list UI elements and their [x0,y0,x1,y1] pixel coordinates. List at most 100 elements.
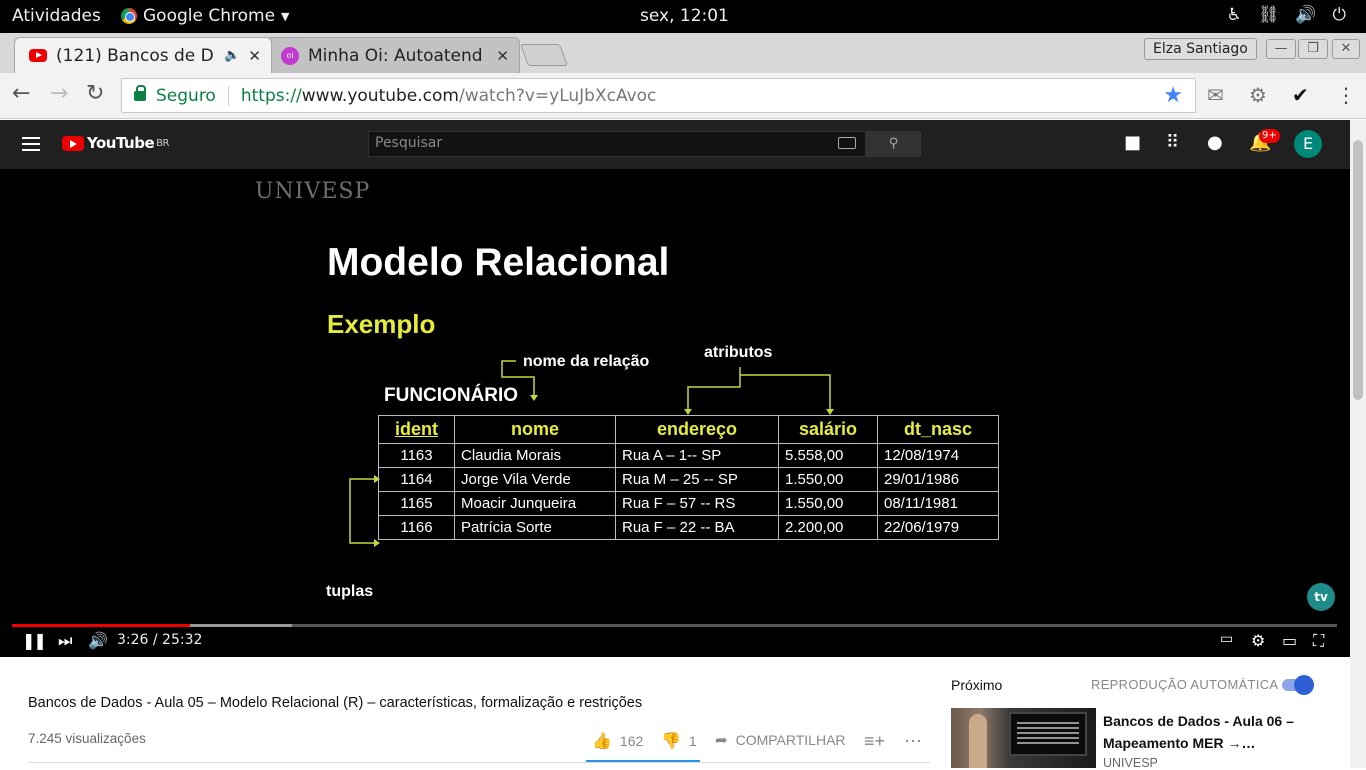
share-icon: ➦ [715,732,728,749]
add-to-playlist-icon[interactable]: ≡+ [864,731,885,752]
cell: Patrícia Sorte [454,515,616,540]
system-tray[interactable]: ♿ ⛓ 🔊 ⏻ [1227,5,1346,25]
back-button[interactable]: ← [12,81,30,106]
autoplay-toggle[interactable] [1282,675,1314,695]
youtube-logo[interactable]: YouTube BR [62,134,169,152]
browser-toolbar: ← → ↻ Seguro https://www.youtube.com/wat… [0,73,1366,119]
avatar[interactable]: E [1294,130,1322,158]
tab-oi[interactable]: oi Minha Oi: Autoatend ✕ [266,37,520,73]
cell: 08/11/1981 [877,491,999,516]
settings-gear-icon[interactable]: ⚙ [1251,631,1265,650]
search-input[interactable]: Pesquisar [368,131,866,157]
like-count: 162 [619,733,644,749]
menu-icon[interactable]: ⋮ [1336,83,1356,107]
cell: 1164 [378,467,455,492]
close-tab-icon[interactable]: ✕ [496,47,509,65]
thumbs-down-icon: 👎 [661,733,681,750]
search-button[interactable]: ⚲ [866,131,921,157]
col-ident: ident [378,415,455,444]
cell: 29/01/1986 [877,467,999,492]
cell: Claudia Morais [454,443,616,468]
close-tab-icon[interactable]: ✕ [248,47,261,65]
scrollbar-thumb[interactable] [1353,140,1363,400]
like-button[interactable]: 👍 162 [592,731,643,751]
bookmark-star-icon[interactable]: ★ [1163,83,1183,108]
label-attributes: atributos [704,344,773,361]
upload-video-icon[interactable]: ■ [1124,132,1141,153]
video-player[interactable]: UNIVESP Modelo Relacional Exemplo nome d… [0,169,1350,657]
region-code: BR [156,137,169,149]
volume-button[interactable]: 🔊 [88,631,108,650]
extension-icon[interactable]: ✉ [1207,83,1224,107]
arrow-tuple-2 [349,542,376,544]
seek-bar[interactable] [12,624,1337,627]
table-row: 1165 Moacir Junqueira Rua F – 57 -- RS 1… [378,491,999,516]
fullscreen-button[interactable]: ⛶ [1313,631,1324,651]
page-scrollbar[interactable] [1350,120,1366,768]
played-bar [12,624,190,627]
new-tab-button[interactable] [519,44,569,66]
table-row: 1164 Jorge Vila Verde Rua M – 25 -- SP 1… [378,467,999,492]
col-nome: nome [454,415,616,444]
tab-title: (121) Bancos de D [56,45,214,66]
notifications-badge: 9+ [1259,129,1280,143]
address-bar[interactable]: Seguro https://www.youtube.com/watch?v=y… [121,78,1196,113]
system-top-bar: Atividades Google Chrome ▼ sex, 12:01 ♿ … [0,0,1366,33]
url-host: www.youtube.com [301,85,459,106]
thumbs-up-icon: 👍 [592,733,612,750]
subtitles-button[interactable]: ▭ [1220,631,1233,647]
cell: 12/08/1974 [877,443,999,468]
menu-icon[interactable] [22,137,40,151]
chrome-icon [121,8,137,24]
relation-name: FUNCIONÁRIO [384,385,519,406]
network-icon[interactable]: ⛓ [1258,5,1280,25]
share-button[interactable]: ➦ COMPARTILHAR [715,731,846,749]
url-scheme: https:// [240,85,302,106]
accessibility-icon[interactable]: ♿ [1227,5,1242,25]
minimize-button[interactable]: — [1266,39,1296,59]
cell: 1166 [378,515,455,540]
cell: Rua M – 25 -- SP [615,467,779,492]
extension-icon[interactable]: ✔ [1292,83,1309,107]
logo-text: YouTube [87,134,155,152]
cell: 1163 [378,443,455,468]
label-relation-name: nome da relação [523,353,650,370]
app-name: Google Chrome [143,6,276,26]
volume-icon[interactable]: 🔊 [1295,5,1316,25]
toggle-knob [1294,675,1314,695]
cell: Jorge Vila Verde [454,467,616,492]
speaker-icon[interactable]: 🔈 [224,48,240,63]
arrow-attr-right [740,374,831,411]
reload-button[interactable]: ↻ [86,81,104,106]
app-menu[interactable]: Google Chrome ▼ [121,6,290,26]
next-button[interactable]: ⏭ [58,631,72,651]
relation-table: ident nome endereço salário dt_nasc 1163… [378,415,999,540]
keyboard-icon[interactable] [838,137,856,149]
restore-button[interactable]: ❐ [1298,39,1328,59]
next-video-title[interactable]: Bancos de Dados - Aula 06 – Mapeamento M… [1103,710,1303,754]
cell: Rua A – 1-- SP [615,443,779,468]
dislike-count: 1 [688,733,697,749]
apps-grid-icon[interactable]: ⠿ [1166,132,1179,153]
more-actions-icon[interactable]: ⋯ [904,731,922,752]
profile-button[interactable]: Elza Santiago [1144,38,1257,60]
messages-icon[interactable]: ● [1207,132,1223,153]
dislike-button[interactable]: 👎 1 [661,731,697,751]
pause-button[interactable]: ❚❚ [22,631,47,650]
theater-mode-button[interactable]: ▭ [1282,631,1297,650]
activities-button[interactable]: Atividades [12,6,101,26]
autoplay-label: REPRODUÇÃO AUTOMÁTICA [1091,677,1279,692]
clock[interactable]: sex, 12:01 [640,6,729,26]
power-icon[interactable]: ⏻ [1333,5,1346,25]
forward-button[interactable]: → [50,81,68,106]
col-endereco: endereço [615,415,779,444]
extension-icon[interactable]: ⚙ [1249,83,1267,107]
youtube-header: YouTube BR Pesquisar ⚲ ■ ⠿ ● 🔔 9+ E [0,120,1350,169]
tab-youtube[interactable]: (121) Bancos de D 🔈 ✕ [14,37,272,73]
close-window-button[interactable]: ✕ [1332,39,1360,59]
divider [28,762,930,763]
next-video-thumbnail[interactable] [951,708,1096,768]
col-dt-nasc: dt_nasc [877,415,999,444]
tab-title: Minha Oi: Autoatend [308,45,483,66]
search-icon: ⚲ [888,136,899,151]
